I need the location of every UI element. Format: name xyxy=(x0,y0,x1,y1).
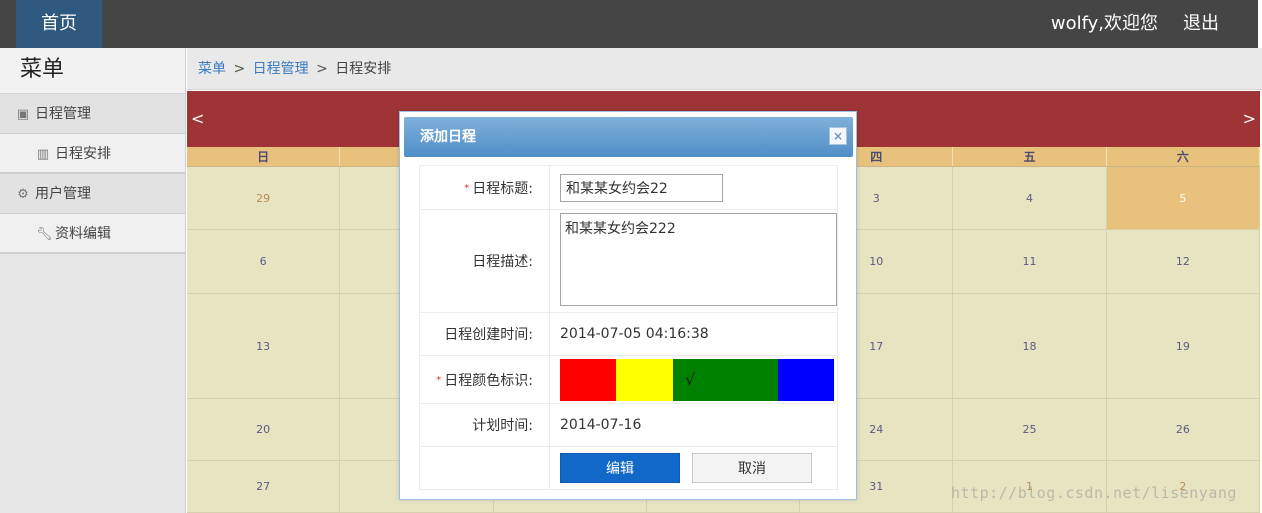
calendar-day[interactable]: 20 xyxy=(187,399,341,460)
calendar-icon: ▣ xyxy=(16,107,30,122)
sidebar-group-label: 日程管理 xyxy=(35,106,91,122)
topbar-edge xyxy=(1258,0,1262,48)
breadcrumb-current: 日程安排 xyxy=(335,61,392,77)
calendar-day[interactable]: 12 xyxy=(1106,230,1260,293)
desc-label: 日程描述: xyxy=(472,254,533,270)
title-label: 日程标题: xyxy=(472,180,533,197)
calendar-day[interactable]: 19 xyxy=(1106,294,1260,398)
color-swatch-yellow[interactable] xyxy=(616,358,673,401)
plan-time-label: 计划时间: xyxy=(472,418,533,434)
calendar-day[interactable]: 25 xyxy=(953,399,1107,460)
button-cell: 编辑 取消 xyxy=(549,446,838,490)
calendar-day[interactable]: 27 xyxy=(187,461,341,512)
calendar-day[interactable]: 29 xyxy=(187,167,341,229)
color-swatch-green[interactable]: √ xyxy=(673,358,778,401)
add-schedule-dialog: 添加日程 × *日程标题: 日程描述: 和某某女约会222 日程创建时间: 20… xyxy=(399,111,857,500)
dialog-title: 添加日程 × xyxy=(404,117,853,157)
user-greeting: wolfy,欢迎您 xyxy=(1050,13,1158,34)
schedule-form: *日程标题: 日程描述: 和某某女约会222 日程创建时间: 2014-07-0… xyxy=(419,165,838,490)
plan-time-value: 2014-07-16 xyxy=(549,403,838,447)
weekday-label: 日 xyxy=(187,147,341,166)
next-month-button[interactable]: > xyxy=(1243,109,1256,128)
color-label: 日程颜色标识: xyxy=(444,372,533,389)
color-value-cell: √ xyxy=(549,355,838,404)
breadcrumb-separator: > xyxy=(233,61,246,77)
breadcrumb-separator: > xyxy=(316,61,328,77)
created-time-label: 日程创建时间: xyxy=(444,327,533,343)
weekday-label: 六 xyxy=(1107,147,1260,166)
calendar-day[interactable]: 5 xyxy=(1106,167,1260,229)
sidebar-group-label: 用户管理 xyxy=(35,186,91,202)
color-label-cell: * 日程颜色标识: xyxy=(419,355,550,404)
close-icon[interactable]: × xyxy=(829,127,847,145)
sidebar-item-profile-edit[interactable]: 🔧︎ 资料编辑 xyxy=(0,214,185,254)
gear-icon: ⚙ xyxy=(17,187,29,202)
plan-label-cell: 计划时间: xyxy=(419,403,550,447)
sidebar-item-label: 资料编辑 xyxy=(55,226,111,242)
created-label-cell: 日程创建时间: xyxy=(419,312,550,356)
calendar-day[interactable]: 18 xyxy=(953,294,1107,398)
dialog-title-text: 添加日程 xyxy=(420,129,476,145)
required-mark: * xyxy=(436,374,442,386)
description-textarea[interactable]: 和某某女约会222 xyxy=(560,212,837,306)
calendar-day[interactable]: 11 xyxy=(953,230,1107,293)
calendar-day[interactable]: 13 xyxy=(187,294,341,398)
required-mark: * xyxy=(464,182,470,194)
title-input[interactable] xyxy=(560,173,723,202)
watermark: http://blog.csdn.net/lisenyang xyxy=(951,484,1237,502)
title-value-cell xyxy=(549,165,838,210)
home-tab[interactable]: 首页 xyxy=(16,0,102,48)
color-swatch-blue[interactable] xyxy=(778,358,834,401)
color-picker: √ xyxy=(560,358,834,401)
cancel-button[interactable]: 取消 xyxy=(692,453,812,483)
calendar-day[interactable]: 4 xyxy=(953,167,1107,229)
breadcrumb-section[interactable]: 日程管理 xyxy=(253,61,309,77)
books-icon: ▥ xyxy=(36,147,50,162)
sidebar-item-label: 日程安排 xyxy=(55,146,111,162)
calendar-day[interactable]: 26 xyxy=(1106,399,1260,460)
top-navbar: 首页 wolfy,欢迎您 退出 xyxy=(0,0,1262,48)
breadcrumb: 菜单 > 日程管理 > 日程安排 xyxy=(187,48,1262,90)
desc-label-cell: 日程描述: xyxy=(419,209,550,313)
sidebar: 菜单 ▣ 日程管理 ▥ 日程安排 ⚙ 用户管理 🔧︎ 资料编辑 xyxy=(0,48,186,513)
wrench-icon: 🔧︎ xyxy=(36,227,53,242)
prev-month-button[interactable]: < xyxy=(191,109,204,128)
sidebar-item-schedule-plan[interactable]: ▥ 日程安排 xyxy=(0,134,185,174)
sidebar-title: 菜单 xyxy=(0,48,185,94)
calendar-day[interactable]: 6 xyxy=(187,230,341,293)
button-label-cell xyxy=(419,446,550,490)
sidebar-group-schedule[interactable]: ▣ 日程管理 xyxy=(0,94,185,134)
breadcrumb-root[interactable]: 菜单 xyxy=(198,61,226,77)
created-time-value: 2014-07-05 04:16:38 xyxy=(549,312,838,356)
color-swatch-red[interactable] xyxy=(560,358,616,401)
sidebar-group-users[interactable]: ⚙ 用户管理 xyxy=(0,174,185,214)
edit-button[interactable]: 编辑 xyxy=(560,453,680,483)
title-label-cell: * 日程标题: xyxy=(419,165,550,210)
weekday-label: 五 xyxy=(953,147,1107,166)
logout-link[interactable]: 退出 xyxy=(1183,0,1219,48)
desc-value-cell: 和某某女约会222 xyxy=(549,209,838,313)
